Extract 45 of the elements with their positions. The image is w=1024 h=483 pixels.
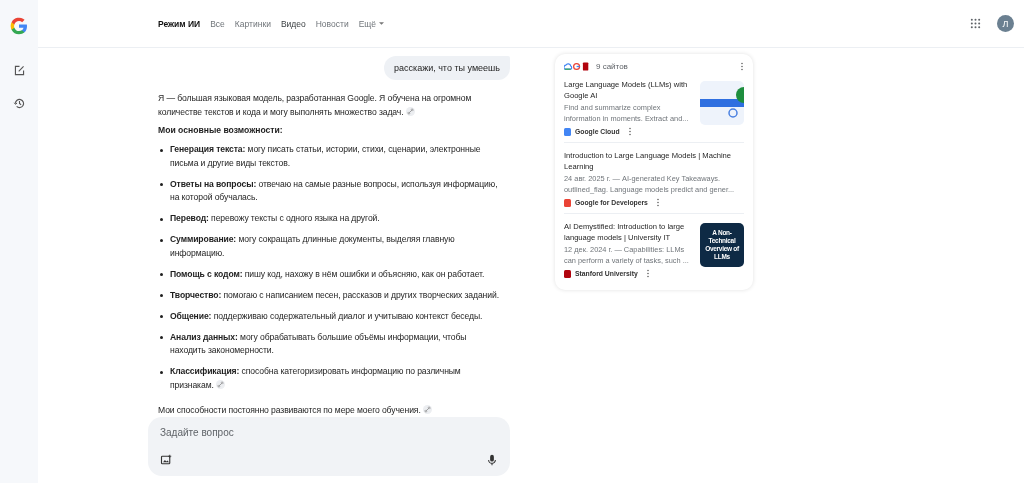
- answer-heading: Мои основные возможности:: [158, 125, 284, 135]
- nav-tab[interactable]: Режим ИИ: [158, 16, 201, 31]
- answer-paragraph: Я — большая языковая модель, разработанная Google. Я обучена на огромном количестве текстов и кода и могу выполнять множество задач.: [158, 92, 473, 119]
- nav-tab[interactable]: Ещё: [358, 16, 385, 31]
- list-item-text: Классификация: способна категоризировать информацию по различным признакам.: [170, 365, 462, 392]
- list-item-text: Ответы на вопросы: отвечаю на самые разные вопросы, используя информацию, на которой обучалась.: [170, 177, 499, 204]
- list-item-text: Перевод: перевожу тексты с одного языка на другой.: [170, 212, 380, 225]
- list-item-text: Суммирование: могу сокращать длинные документы, выделяя главную информацию.: [170, 233, 456, 260]
- apps-grid-icon[interactable]: [970, 18, 981, 29]
- bullet: [160, 238, 163, 242]
- answer-paragraph: Мои способности постоянно развиваются по мере моего обучения.: [158, 404, 498, 417]
- bullet: [160, 217, 163, 221]
- microphone-icon[interactable]: [486, 454, 498, 466]
- nav-tab[interactable]: Новости: [315, 16, 349, 31]
- link-icon[interactable]: [216, 379, 226, 389]
- site-favicons-icon: [564, 62, 591, 71]
- sources-count: 9 сайтов: [596, 62, 628, 71]
- bullet: [160, 315, 163, 318]
- bullet: [160, 370, 163, 374]
- google-logo-icon[interactable]: [9, 16, 29, 36]
- list-item-text: Анализ данных: могу обрабатывать большие объёмы информации, чтобы находить закономерности.: [170, 330, 468, 357]
- bullet: [160, 183, 163, 186]
- list-item-text: Творчество: помогаю с написанием песен, рассказов и других творческих заданий.: [170, 288, 499, 302]
- link-icon[interactable]: [423, 405, 432, 414]
- more-options-icon[interactable]: [655, 198, 660, 207]
- question-field[interactable]: Задайте вопрос: [160, 427, 360, 438]
- thumbnail-illustration: [700, 81, 744, 125]
- link-icon[interactable]: [405, 106, 415, 116]
- bullet: [160, 294, 163, 297]
- bullet: [160, 273, 163, 276]
- list-item-text: Генерация текста: могу писать статьи, истории, стихи, сценарии, электронные письма и другие виды текстов.: [170, 143, 482, 170]
- more-options-icon[interactable]: [627, 127, 632, 136]
- image-upload-icon[interactable]: [160, 454, 172, 466]
- nav-tab[interactable]: Видео: [280, 16, 306, 31]
- list-item-text: Помощь с кодом: пишу код, нахожу в нём ошибки и объясняю, как он работает.: [170, 267, 485, 281]
- more-options-icon[interactable]: [645, 269, 650, 278]
- user-message: расскажи, что ты умеешь: [384, 56, 510, 80]
- bullet: [160, 336, 163, 339]
- bullet: [160, 148, 163, 152]
- list-item-text: Общение: поддерживаю содержательный диалог и учитываю контекст беседы.: [170, 309, 483, 323]
- history-icon[interactable]: [12, 97, 26, 110]
- new-chat-icon[interactable]: [12, 64, 26, 77]
- nav-tab[interactable]: Все: [210, 16, 225, 31]
- account-avatar[interactable]: Л: [997, 15, 1014, 32]
- nav-tab[interactable]: Картинки: [234, 16, 271, 31]
